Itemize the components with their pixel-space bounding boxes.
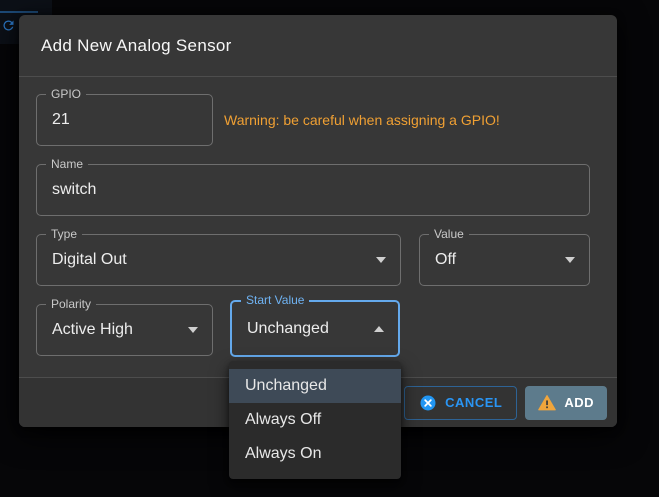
chevron-up-icon: [374, 326, 384, 332]
polarity-select-value: Active High: [37, 305, 212, 355]
start-value-dropdown-menu: Unchanged Always Off Always On: [229, 361, 401, 479]
page-background: Add New Analog Sensor GPIO Warning: be c…: [0, 0, 659, 497]
background-accent-line: [0, 11, 38, 13]
chevron-down-icon: [565, 257, 575, 263]
cancel-circle-icon: [419, 394, 437, 412]
type-select-value: Digital Out: [37, 235, 400, 285]
dialog-title: Add New Analog Sensor: [41, 36, 232, 56]
menu-item-always-on[interactable]: Always On: [229, 437, 401, 471]
value-select-value: Off: [420, 235, 589, 285]
warning-triangle-icon: [538, 394, 556, 412]
add-button-label: ADD: [564, 395, 594, 410]
add-button[interactable]: ADD: [525, 386, 607, 420]
name-field: Name: [36, 164, 590, 216]
chevron-down-icon: [376, 257, 386, 263]
polarity-select[interactable]: Polarity Active High: [36, 304, 213, 356]
gpio-warning-text: Warning: be careful when assigning a GPI…: [224, 94, 584, 146]
gpio-field: GPIO: [36, 94, 213, 146]
start-value-select[interactable]: Start Value Unchanged: [230, 300, 400, 357]
menu-item-always-off[interactable]: Always Off: [229, 403, 401, 437]
menu-item-unchanged[interactable]: Unchanged: [229, 369, 401, 403]
value-select[interactable]: Value Off: [419, 234, 590, 286]
dialog-header: Add New Analog Sensor: [19, 15, 617, 77]
refresh-icon[interactable]: [1, 18, 16, 33]
cancel-button[interactable]: CANCEL: [404, 386, 517, 420]
name-input[interactable]: [37, 165, 589, 215]
cancel-button-label: CANCEL: [445, 395, 502, 410]
type-select[interactable]: Type Digital Out: [36, 234, 401, 286]
gpio-input[interactable]: [37, 95, 212, 145]
chevron-down-icon: [188, 327, 198, 333]
